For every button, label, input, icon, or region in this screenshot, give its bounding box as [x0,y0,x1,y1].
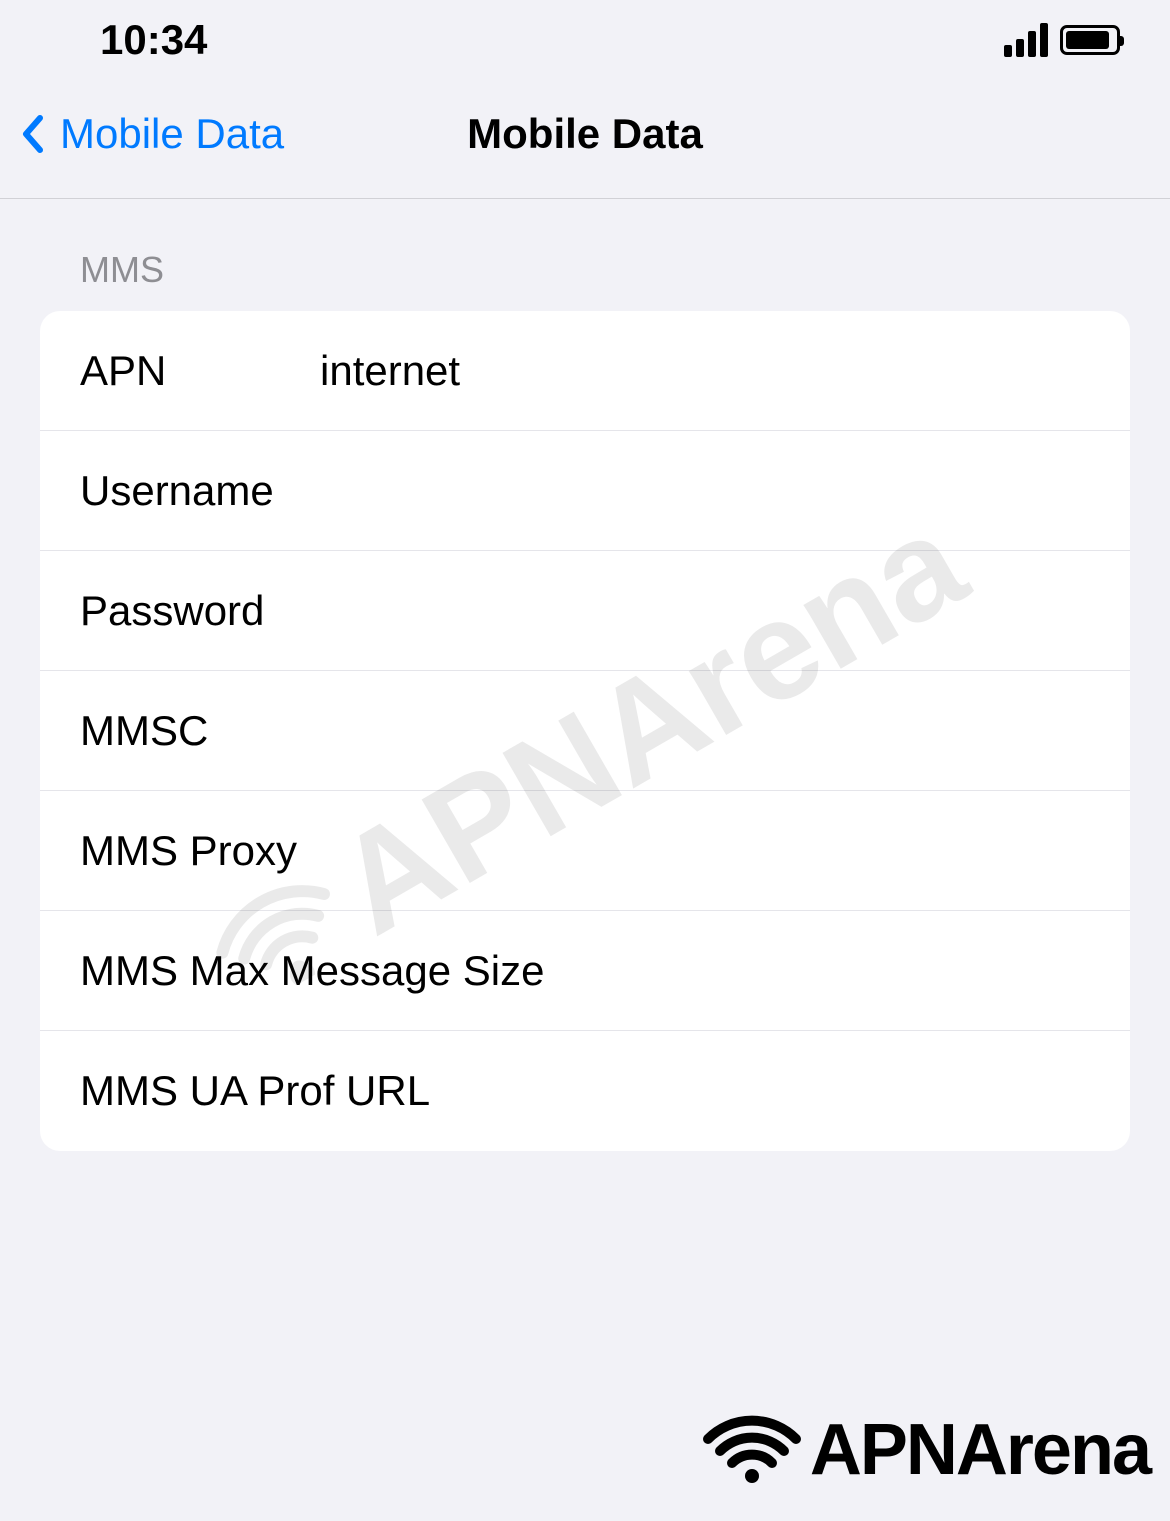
navigation-bar: Mobile Data Mobile Data [0,80,1170,199]
battery-icon [1060,25,1120,55]
password-row[interactable]: Password [40,551,1130,671]
wifi-icon [702,1413,802,1488]
cellular-signal-icon [1004,23,1048,57]
apn-row[interactable]: APN [40,311,1130,431]
brand-footer: APNArena [702,1409,1150,1491]
mmsc-label: MMSC [80,707,320,755]
mmsc-input[interactable] [320,707,1090,755]
mms-proxy-row[interactable]: MMS Proxy [40,791,1130,911]
username-label: Username [80,467,320,515]
status-time: 10:34 [100,16,207,64]
username-row[interactable]: Username [40,431,1130,551]
page-title: Mobile Data [467,110,703,158]
apn-label: APN [80,347,320,395]
back-label: Mobile Data [60,110,284,158]
section-header: MMS [40,249,1130,311]
apn-input[interactable] [320,347,1090,395]
status-icons [1004,23,1120,57]
brand-text: APNArena [810,1409,1150,1491]
settings-group: APN Username Password MMSC MMS Proxy MMS… [40,311,1130,1151]
back-button[interactable]: Mobile Data [20,110,284,158]
chevron-left-icon [20,114,44,154]
password-label: Password [80,587,320,635]
mms-ua-prof-row[interactable]: MMS UA Prof URL [40,1031,1130,1151]
username-input[interactable] [320,467,1090,515]
content: MMS APN Username Password MMSC MMS Proxy… [0,199,1170,1151]
mms-ua-prof-label: MMS UA Prof URL [80,1067,430,1115]
mms-proxy-label: MMS Proxy [80,827,297,875]
status-bar: 10:34 [0,0,1170,80]
mms-max-size-row[interactable]: MMS Max Message Size [40,911,1130,1031]
password-input[interactable] [320,587,1090,635]
mms-max-size-label: MMS Max Message Size [80,947,544,995]
mmsc-row[interactable]: MMSC [40,671,1130,791]
